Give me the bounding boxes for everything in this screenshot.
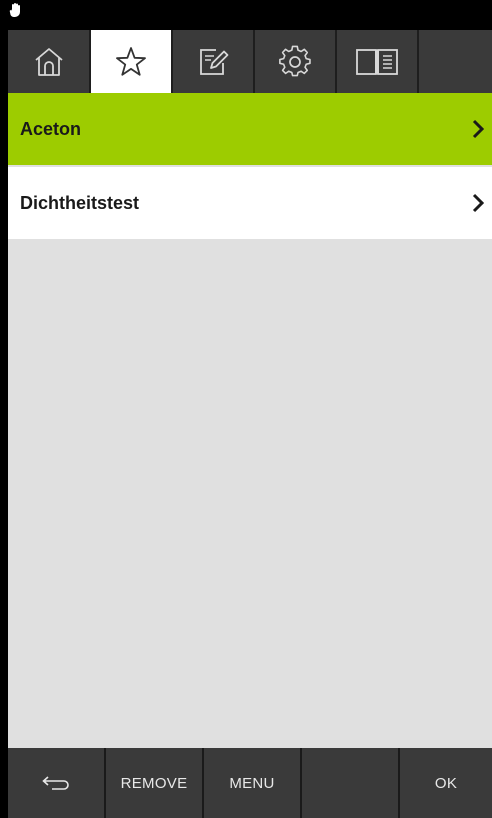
tab-bar — [8, 30, 492, 93]
gear-icon — [279, 45, 311, 76]
chevron-right-icon — [472, 119, 484, 139]
home-icon — [34, 47, 63, 76]
tab-empty — [419, 30, 492, 93]
ok-button[interactable]: OK — [400, 748, 492, 818]
tab-manual[interactable] — [337, 30, 417, 93]
back-arrow-icon — [42, 776, 69, 790]
hand-icon — [9, 3, 20, 17]
status-bar — [0, 0, 492, 30]
remove-button[interactable]: REMOVE — [106, 748, 202, 818]
edit-icon — [200, 48, 229, 75]
back-button[interactable] — [8, 748, 104, 818]
menu-button[interactable]: MENU — [204, 748, 300, 818]
tab-home[interactable] — [8, 30, 89, 93]
star-icon — [116, 46, 146, 76]
tab-favorites[interactable] — [91, 30, 171, 93]
list-item-label: Aceton — [20, 118, 82, 139]
list-item-label: Dichtheitstest — [20, 192, 140, 213]
book-icon — [356, 48, 398, 75]
list-item-aceton[interactable]: Aceton — [8, 93, 492, 165]
device-screen: Aceton Dichtheitstest REMOVE MENU OK — [0, 0, 492, 818]
favorites-list: Aceton Dichtheitstest — [8, 93, 492, 748]
chevron-right-icon — [472, 193, 484, 213]
tab-settings[interactable] — [255, 30, 335, 93]
empty-softkey — [302, 748, 398, 818]
list-item-dichtheitstest[interactable]: Dichtheitstest — [8, 167, 492, 239]
tab-edit[interactable] — [173, 30, 253, 93]
softkey-bar: REMOVE MENU OK — [8, 748, 492, 818]
